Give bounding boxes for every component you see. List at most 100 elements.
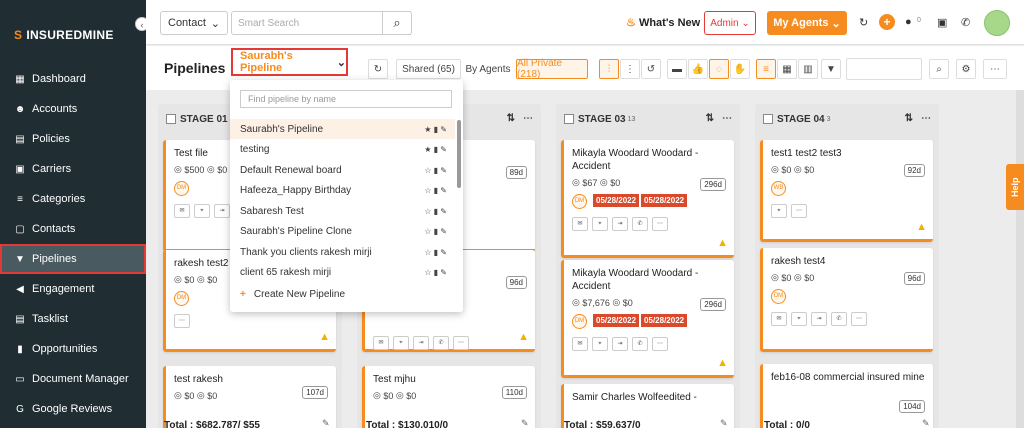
more-icon[interactable]: ⋯ (921, 113, 931, 124)
stage-checkbox[interactable] (763, 114, 773, 124)
phone-icon[interactable]: ✆ (831, 312, 847, 326)
delete-icon[interactable]: ▮ (434, 227, 438, 236)
sidebar-item-document-manager[interactable]: ▭ Document Manager (0, 364, 146, 394)
export-icon[interactable]: ⇥ (413, 336, 429, 350)
shared-filter[interactable]: Shared (65) (396, 59, 461, 79)
role-select[interactable]: Admin ⌄ (704, 11, 756, 35)
add-icon[interactable]: + (879, 14, 895, 30)
email-icon[interactable]: ✉ (572, 337, 588, 351)
sidebar-item-dashboard[interactable]: ▦ Dashboard (0, 64, 146, 94)
sidebar-item-pipelines[interactable]: ▼ Pipelines (0, 244, 146, 274)
phone-icon[interactable]: ✆ (433, 336, 449, 350)
pipeline-actions[interactable]: ★ ▮ ✎ (424, 145, 447, 154)
more-icon[interactable]: ⋯ (652, 217, 668, 231)
export-icon[interactable]: ⇥ (612, 337, 628, 351)
pipeline-option[interactable]: Saurabh's Pipeline ★ ▮ ✎ (230, 119, 455, 139)
deal-card[interactable]: rakesh test4 ◎ $0 ◎ $0 96d DM ✉ ⌖ ⇥ ✆ ⋯ (760, 248, 933, 352)
location-icon[interactable]: ⌖ (592, 217, 608, 231)
dropdown-scrollbar[interactable] (457, 120, 461, 188)
edit-icon[interactable]: ✎ (440, 227, 447, 236)
delete-icon[interactable]: ▮ (434, 145, 438, 154)
thumbs-down-icon[interactable]: ✋ (730, 59, 750, 79)
star-outline-icon[interactable]: ☆ (424, 268, 431, 277)
star-filled-icon[interactable]: ★ (424, 125, 431, 134)
stage-checkbox[interactable] (166, 114, 176, 124)
create-pipeline-button[interactable]: + Create New Pipeline (240, 289, 345, 300)
rows-icon[interactable]: ≡ (756, 59, 776, 79)
more-icon[interactable]: ⋯ (523, 113, 533, 124)
delete-icon[interactable]: ▮ (434, 166, 438, 175)
sidebar-item-engagement[interactable]: ◀ Engagement (0, 274, 146, 304)
email-icon[interactable]: ✉ (572, 217, 588, 231)
sidebar-item-tasklist[interactable]: ▤ Tasklist (0, 304, 146, 334)
star-outline-icon[interactable]: ☆ (424, 166, 431, 175)
pipeline-option[interactable]: Sabaresh Test ☆ ▮ ✎ (230, 201, 455, 221)
sidebar-item-policies[interactable]: ▤ Policies (0, 124, 146, 154)
sidebar-item-accounts[interactable]: ☻ Accounts (0, 94, 146, 124)
pipeline-actions[interactable]: ☆ ▮ ✎ (424, 166, 447, 175)
star-outline-icon[interactable]: ☆ (424, 227, 431, 236)
edit-icon[interactable]: ✎ (440, 145, 447, 154)
pipeline-option[interactable]: client 65 rakesh mirji ☆ ▮ ✎ (230, 262, 455, 282)
star-outline-icon[interactable]: ☆ (424, 248, 431, 257)
sidebar-item-opportunities[interactable]: ▮ Opportunities (0, 334, 146, 364)
all-private-filter[interactable]: All Private (218) (516, 58, 588, 80)
pipeline-actions[interactable]: ☆ ▮ ✎ (424, 207, 447, 216)
pipeline-select[interactable]: Saurabh's Pipeline ⌄ (231, 48, 348, 76)
settings-icon[interactable]: ⚙ (956, 59, 976, 79)
by-agents-filter[interactable]: By Agents (462, 59, 514, 79)
pin-icon[interactable]: ✎ (922, 418, 930, 428)
deal-card[interactable]: test1 test2 test3 ◎ $0 ◎ $0 92d WB ⌖ ⋯ ▲ (760, 140, 933, 242)
pipeline-actions[interactable]: ★ ▮ ✎ (424, 125, 447, 134)
more-icon[interactable]: ⋯ (174, 314, 190, 328)
more-icon[interactable]: ⋯ (851, 312, 867, 326)
add-deal-button[interactable]: + Add deal (846, 58, 922, 80)
location-icon[interactable]: ⌖ (791, 312, 807, 326)
pipeline-search-input[interactable]: Find pipeline by name (240, 90, 452, 108)
edit-icon[interactable]: ✎ (440, 166, 447, 175)
sidebar-item-contacts[interactable]: ▢ Contacts (0, 214, 146, 244)
delete-icon[interactable]: ▮ (434, 125, 438, 134)
more-icon[interactable]: ⋯ (652, 337, 668, 351)
edit-icon[interactable]: ✎ (440, 248, 447, 257)
star-outline-icon[interactable]: ☆ (424, 186, 431, 195)
deal-card[interactable]: test rakesh ◎ $0 ◎ $0 107d (163, 366, 336, 428)
more-icon[interactable]: ⋯ (983, 59, 1007, 79)
spinner-icon[interactable]: ◌ (709, 59, 729, 79)
phone-icon[interactable]: ✆ (632, 217, 648, 231)
view-list-icon[interactable]: ⋮ (620, 59, 640, 79)
grid-icon[interactable]: ▦ (777, 59, 797, 79)
star-filled-icon[interactable]: ★ (424, 145, 431, 154)
scrollbar[interactable] (1016, 90, 1024, 428)
pipeline-actions[interactable]: ☆ ▮ ✎ (424, 186, 447, 195)
avatar[interactable] (984, 10, 1010, 36)
stage-checkbox[interactable] (564, 114, 574, 124)
my-agents-button[interactable]: My Agents ⌄ (767, 11, 847, 35)
location-icon[interactable]: ⌖ (771, 204, 787, 218)
search-type-select[interactable]: Contact ⌄ (160, 11, 228, 35)
pipeline-option[interactable]: Thank you clients rakesh mirji ☆ ▮ ✎ (230, 242, 455, 262)
delete-icon[interactable]: ▮ (434, 248, 438, 257)
export-icon[interactable]: ⇥ (811, 312, 827, 326)
notification-icon[interactable]: ▣ (937, 16, 947, 29)
sort-icon[interactable]: ⇅ (706, 113, 714, 124)
pipeline-option[interactable]: testing ★ ▮ ✎ (230, 139, 455, 159)
sidebar-item-carriers[interactable]: ▣ Carriers (0, 154, 146, 184)
edit-icon[interactable]: ✎ (440, 125, 447, 134)
email-icon[interactable]: ✉ (771, 312, 787, 326)
whats-new-link[interactable]: ♨ What's New (626, 16, 700, 29)
search-icon[interactable]: ⌕ (929, 59, 949, 79)
deal-card[interactable]: feb16-08 commercial insured mine 104d (760, 364, 933, 428)
export-icon[interactable]: ⇥ (214, 204, 230, 218)
pipeline-actions[interactable]: ☆ ▮ ✎ (424, 248, 447, 257)
user-icon[interactable]: ● (905, 16, 912, 28)
deal-card[interactable]: Mikayla Woodard Woodard - Accident ◎ $7,… (561, 260, 734, 378)
view-board-icon[interactable]: ⫶ (599, 59, 619, 79)
edit-icon[interactable]: ✎ (440, 186, 447, 195)
refresh-pipeline-button[interactable]: ↻ (368, 59, 388, 79)
more-icon[interactable]: ⋯ (791, 204, 807, 218)
thumbs-up-icon[interactable]: 👍 (688, 59, 708, 79)
pin-icon[interactable]: ✎ (521, 418, 529, 428)
star-outline-icon[interactable]: ☆ (424, 207, 431, 216)
sidebar-item-google-reviews[interactable]: G Google Reviews (0, 394, 146, 424)
